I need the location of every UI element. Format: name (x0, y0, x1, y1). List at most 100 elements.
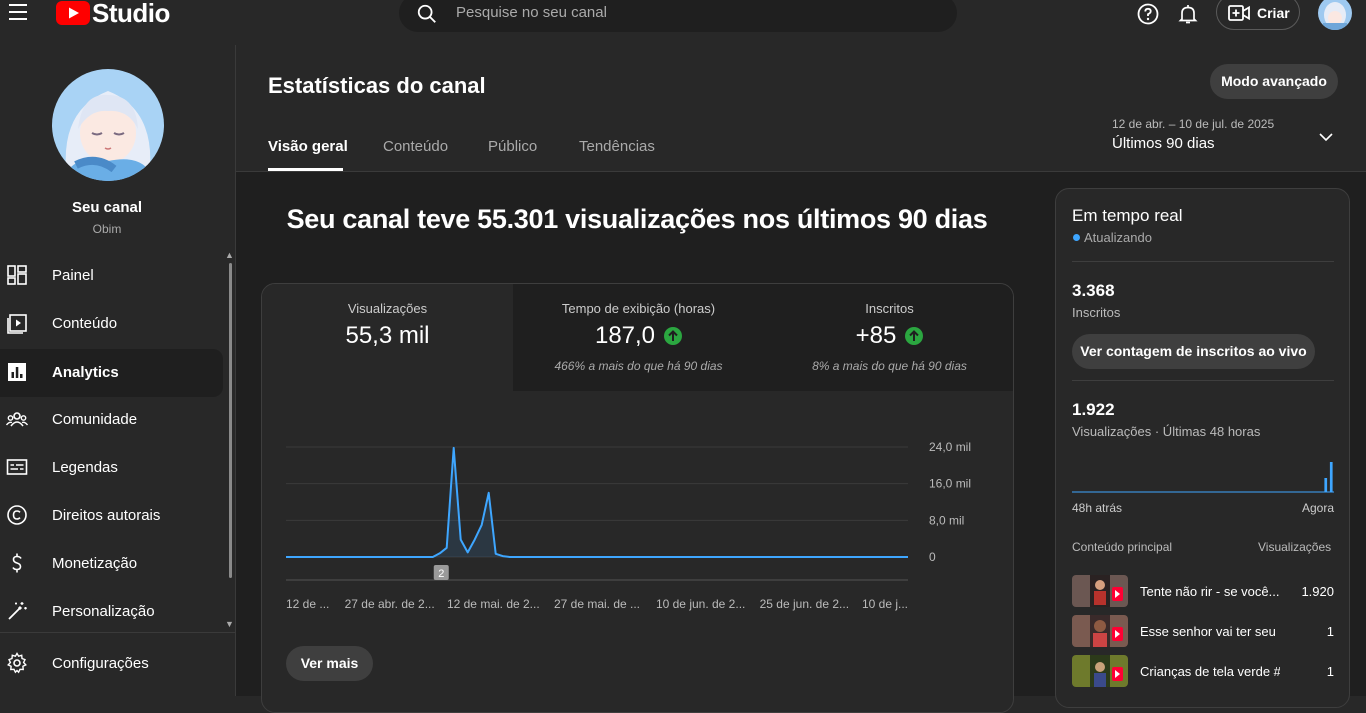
realtime-bar (1329, 462, 1333, 492)
notifications-bell-icon[interactable] (1176, 2, 1200, 26)
kpi-value: 55,3 mil (345, 322, 430, 349)
kpi-value-row: +85 (764, 322, 1013, 350)
realtime-bar (1324, 478, 1328, 492)
top-bar: Studio Pesquise no seu canal Criar (0, 0, 1366, 45)
realtime-status: Atualizando (1084, 230, 1152, 245)
sidebar-item-settings[interactable]: Configurações (0, 640, 223, 688)
youtube-play-icon (56, 1, 90, 25)
sidebar-item-subtitles[interactable]: Legendas (0, 444, 223, 492)
x-tick-label: 10 de jun. de 2... (656, 597, 745, 611)
top-content-row[interactable]: Crianças de tela verde #sh... 1 (1072, 655, 1334, 689)
help-icon[interactable] (1136, 2, 1160, 26)
logo-text: Studio (92, 0, 170, 28)
sidebar-item-customization[interactable]: Personalização (0, 588, 223, 636)
monetization-icon (12, 553, 22, 573)
video-add-icon (1228, 5, 1250, 21)
sidebar-divider (0, 632, 235, 633)
analytics-icon (8, 363, 26, 381)
views-line-chart[interactable]: 24,0 mil 16,0 mil 8,0 mil 0 2 12 de ... 27 de … (262, 391, 1013, 713)
see-more-label: Ver mais (300, 655, 359, 671)
realtime-bar-chart[interactable] (1072, 457, 1334, 493)
studio-logo[interactable]: Studio (56, 0, 170, 28)
divider (1072, 380, 1334, 381)
arrow-up-icon (905, 327, 924, 345)
hamburger-menu-icon[interactable] (6, 0, 30, 24)
sidebar-scrollbar[interactable] (229, 263, 232, 578)
kpi-label: Visualizações (347, 301, 428, 316)
channel-title: Seu canal (71, 199, 143, 216)
realtime-subscribers-value: 3.368 (1072, 281, 1115, 300)
x-tick-label: 27 de mai. de ... (554, 597, 640, 611)
tab-trends[interactable]: Tendências (579, 138, 655, 155)
tab-audience[interactable]: Público (488, 138, 537, 155)
tab-content[interactable]: Conteúdo (383, 138, 448, 155)
sidebar-item-copyright[interactable]: Direitos autorais (0, 492, 223, 540)
kpi-views[interactable]: Visualizações 55,3 mil (262, 284, 513, 391)
kpi-subscribers[interactable]: Inscritos +85 8% a mais do que há 90 dia… (764, 284, 1013, 391)
y-tick-label: 8,0 mil (929, 513, 964, 527)
x-tick-label: 10 de j... (862, 597, 908, 611)
sidebar-item-content[interactable]: Conteúdo (0, 300, 223, 348)
live-dot-icon (1073, 234, 1080, 241)
channel-name: Obim (92, 222, 122, 236)
copyright-icon (7, 505, 27, 525)
channel-avatar[interactable] (52, 69, 164, 181)
dashboard-icon (7, 265, 27, 285)
video-views: 1 (1326, 664, 1334, 679)
sidebar-settings-label: Configurações (52, 655, 149, 672)
kpi-delta: 8% a mais do que há 90 dias (812, 359, 967, 373)
create-button[interactable]: Criar (1216, 0, 1300, 30)
top-content-row[interactable]: Esse senhor vai ter seu di... 1 (1072, 615, 1334, 649)
video-title: Crianças de tela verde #sh... (1140, 664, 1280, 679)
y-tick-label: 16,0 mil (929, 477, 971, 491)
sidebar-item-analytics[interactable]: Analytics (0, 349, 223, 397)
sidebar-item-label: Monetização (52, 555, 138, 572)
realtime-panel: Em tempo real Atualizando 3.368 Inscrito… (1055, 188, 1350, 708)
stats-card: Visualizações 55,3 mil Tempo de exibição… (261, 283, 1014, 713)
kpi-value: +85 (855, 322, 897, 349)
video-thumbnail (1072, 575, 1128, 607)
video-thumbnail (1072, 655, 1128, 687)
create-label: Criar (1257, 5, 1290, 21)
divider (1072, 261, 1334, 262)
kpi-watch-time[interactable]: Tempo de exibição (horas) 187,0 466% a m… (513, 284, 764, 391)
sidebar-item-label: Analytics (52, 364, 119, 381)
video-thumbnail (1072, 615, 1128, 647)
top-content-row[interactable]: Tente não rir - se você... 1.920 (1072, 575, 1334, 609)
gear-icon (7, 652, 27, 674)
search-input[interactable]: Pesquise no seu canal (456, 4, 607, 21)
search-bar[interactable]: Pesquise no seu canal (399, 0, 957, 32)
see-more-button[interactable]: Ver mais (286, 646, 373, 681)
tab-overview[interactable]: Visão geral (268, 138, 348, 155)
top-content-header: Conteúdo principal (1072, 540, 1173, 554)
realtime-title: Em tempo real (1072, 206, 1183, 225)
date-range-text[interactable]: 12 de abr. – 10 de jul. de 2025 (1112, 117, 1274, 131)
chevron-down-icon[interactable] (1317, 128, 1335, 146)
scroll-down-arrow-icon[interactable]: ▼ (225, 619, 234, 629)
account-avatar[interactable] (1318, 0, 1352, 30)
x-tick-label: 12 de mai. de 2... (447, 597, 540, 611)
realtime-subscribers-label: Inscritos (1072, 305, 1121, 320)
live-subscriber-count-button[interactable]: Ver contagem de inscritos ao vivo (1072, 334, 1315, 369)
advanced-mode-button[interactable]: Modo avançado (1210, 64, 1338, 99)
sidebar-item-community[interactable]: Comunidade (0, 396, 223, 444)
sidebar-item-label: Direitos autorais (52, 507, 161, 524)
arrow-up-icon (664, 327, 683, 345)
scroll-up-arrow-icon[interactable]: ▲ (225, 250, 234, 260)
top-content-views-header: Visualizações (1258, 540, 1332, 554)
sidebar-item-label: Painel (52, 267, 94, 284)
video-views: 1 (1326, 624, 1334, 639)
live-subscriber-count-label: Ver contagem de inscritos ao vivo (1080, 343, 1307, 359)
sidebar: Seu canal Obim Painel Conteúdo Analytics… (0, 45, 236, 696)
series-line (286, 446, 908, 558)
header-divider (236, 171, 1366, 172)
kpi-label: Tempo de exibição (horas) (561, 301, 716, 316)
subtitles-icon (6, 459, 28, 475)
customization-icon (8, 602, 27, 620)
kpi-label: Inscritos (865, 301, 914, 316)
sidebar-item-dashboard[interactable]: Painel (0, 252, 223, 300)
date-period-selector[interactable]: Últimos 90 dias (1112, 135, 1215, 152)
kpi-value-row: 187,0 (513, 322, 764, 350)
sidebar-item-monetization[interactable]: Monetização (0, 540, 223, 588)
y-tick-label: 0 (929, 550, 936, 564)
